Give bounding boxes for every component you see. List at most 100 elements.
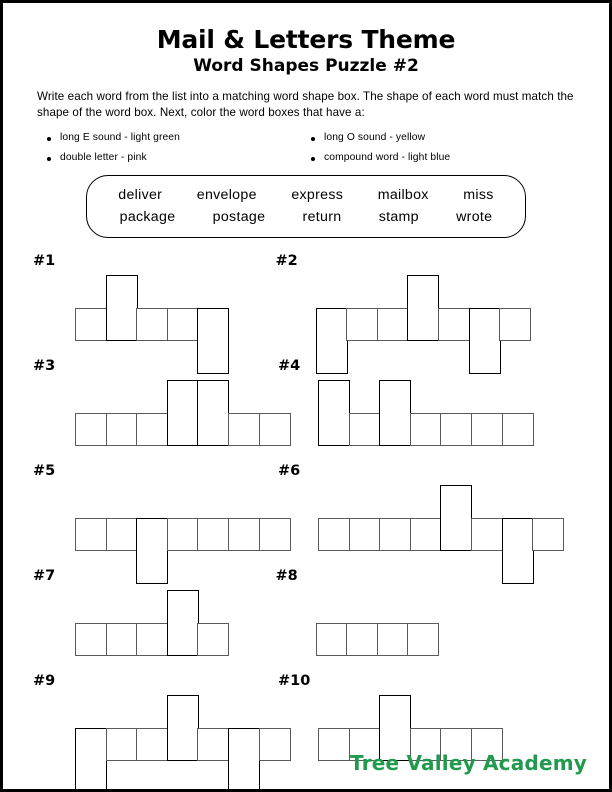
word-shape-cell-tall[interactable]	[379, 380, 412, 447]
word-shape-cell-mid[interactable]	[105, 728, 138, 762]
word-shape-cell-tall[interactable]	[166, 380, 199, 447]
word-shape-cell-mid[interactable]	[136, 728, 169, 762]
word-shape-cell-mid[interactable]	[407, 623, 440, 657]
puzzle-column-left: #9	[3, 672, 291, 789]
color-key-item-long-o: long O sound - yellow	[311, 132, 565, 143]
word-shape-cell-mid[interactable]	[409, 413, 442, 447]
brand-footer: Tree Valley Academy	[350, 751, 587, 775]
puzzle-number-label: #1	[33, 252, 56, 269]
puzzle-column-right: #2	[273, 254, 610, 375]
word-shape-row	[278, 380, 609, 447]
puzzle-2: #2	[276, 254, 610, 375]
word-bank-word: express	[291, 186, 344, 203]
word-bank-row-1: deliver envelope express mailbox miss	[101, 184, 511, 206]
puzzle-grid: #1 #2 #3 #4 #5 #6 #7 #8 #9 #10	[3, 254, 610, 789]
word-shape-cell-mid[interactable]	[318, 728, 350, 762]
word-shape-cell-mid[interactable]	[471, 518, 504, 552]
instructions-text: Write each word from the list into a mat…	[37, 89, 574, 120]
puzzle-column-right: #10	[275, 674, 609, 762]
word-bank-word: miss	[463, 186, 494, 203]
word-bank-row-2: package postage return stamp wrote	[101, 206, 511, 228]
word-shape-cell-mid[interactable]	[197, 518, 230, 552]
word-shape-cells	[315, 623, 440, 657]
bullet-dot-icon	[311, 136, 315, 141]
word-shape-cell-mid[interactable]	[379, 518, 412, 552]
word-shape-cell-mid[interactable]	[348, 413, 381, 447]
color-key-item-long-e: long E sound - light green	[47, 132, 301, 143]
puzzle-number-label: #2	[275, 252, 298, 269]
word-shape-cell-mid[interactable]	[197, 728, 230, 762]
color-key-label: long E sound - light green	[60, 131, 180, 143]
word-shape-cell-mid[interactable]	[136, 308, 169, 342]
word-shape-cell-mid[interactable]	[105, 518, 138, 552]
word-shape-row	[276, 590, 610, 657]
puzzle-10: #10	[278, 674, 609, 762]
word-bank-word: wrote	[456, 208, 493, 225]
color-key-label: compound word - light blue	[324, 151, 451, 163]
puzzle-number-label: #7	[33, 567, 56, 584]
word-shape-cell-mid[interactable]	[166, 518, 199, 552]
word-shape-cell-mid[interactable]	[166, 308, 199, 342]
puzzle-column-left: #3	[3, 359, 291, 447]
word-shape-cell-mid[interactable]	[228, 413, 261, 447]
word-shape-cell-mid[interactable]	[75, 518, 107, 552]
puzzle-row: #1 #2	[3, 254, 609, 375]
word-shape-cell-mid[interactable]	[346, 623, 379, 657]
puzzle-4: #4	[278, 359, 609, 447]
puzzle-column-left: #1	[3, 254, 273, 375]
word-shape-cell-mid[interactable]	[75, 308, 107, 342]
puzzle-column-right: #6	[275, 464, 609, 585]
word-shape-cell-mid[interactable]	[105, 413, 138, 447]
word-bank-word: package	[119, 208, 176, 225]
word-shape-cell-mid[interactable]	[318, 518, 350, 552]
page-title: Mail & Letters Theme	[156, 25, 456, 54]
puzzle-number-label: #6	[278, 462, 301, 479]
word-shape-cell-mid[interactable]	[75, 623, 107, 657]
word-shape-cell-mid[interactable]	[471, 413, 504, 447]
puzzle-6: #6	[278, 464, 609, 585]
word-shape-cell-mid[interactable]	[75, 413, 107, 447]
word-shape-cell-mid[interactable]	[136, 623, 169, 657]
word-shape-cell-mid[interactable]	[440, 413, 473, 447]
word-shape-cell-mid[interactable]	[409, 518, 442, 552]
word-shape-cell-tall[interactable]	[197, 380, 230, 447]
puzzle-number-label: #5	[33, 462, 56, 479]
word-shape-cell-tall[interactable]	[318, 380, 350, 447]
puzzle-8: #8	[276, 569, 610, 657]
puzzle-5: #5	[33, 462, 291, 585]
word-shape-cell-mid[interactable]	[346, 308, 379, 342]
word-shape-cell-tall[interactable]	[166, 695, 199, 762]
word-shape-cell-tall[interactable]	[440, 485, 473, 552]
word-shape-cell-mid[interactable]	[105, 623, 138, 657]
word-shape-cell-low[interactable]	[228, 728, 261, 789]
word-shape-cell-tall[interactable]	[105, 275, 138, 342]
puzzle-1: #1	[33, 254, 273, 375]
word-shape-cell-mid[interactable]	[437, 308, 470, 342]
word-shape-cell-mid[interactable]	[532, 518, 565, 552]
color-key-item-double-letter: double letter - pink	[47, 152, 301, 163]
word-shape-row	[33, 380, 291, 447]
word-shape-cell-mid[interactable]	[136, 413, 169, 447]
word-shape-cell-mid[interactable]	[197, 623, 230, 657]
page-subtitle: Word Shapes Puzzle #2	[193, 56, 419, 77]
word-bank-word: mailbox	[377, 186, 429, 203]
color-key-list: long E sound - light green long O sound …	[47, 132, 565, 163]
word-shape-cell-tall[interactable]	[407, 275, 440, 342]
puzzle-number-label: #9	[33, 672, 56, 689]
word-shape-cell-mid[interactable]	[228, 518, 261, 552]
word-bank-word: postage	[212, 208, 266, 225]
puzzle-number-label: #8	[275, 567, 298, 584]
word-shape-cell-low[interactable]	[75, 728, 107, 789]
word-bank-word: deliver	[118, 186, 163, 203]
word-shape-cell-mid[interactable]	[348, 518, 381, 552]
puzzle-number-label: #10	[278, 672, 311, 689]
word-shape-cell-mid[interactable]	[501, 413, 534, 447]
word-shape-cell-mid[interactable]	[499, 308, 532, 342]
word-shape-cell-mid[interactable]	[376, 308, 409, 342]
word-shape-cell-mid[interactable]	[376, 623, 409, 657]
word-shape-cell-mid[interactable]	[315, 623, 348, 657]
puzzle-number-label: #4	[278, 357, 301, 374]
word-shape-cell-tall[interactable]	[166, 590, 199, 657]
puzzle-9: #9	[33, 672, 291, 789]
worksheet-page: Mail & Letters Theme Word Shapes Puzzle …	[0, 0, 612, 792]
